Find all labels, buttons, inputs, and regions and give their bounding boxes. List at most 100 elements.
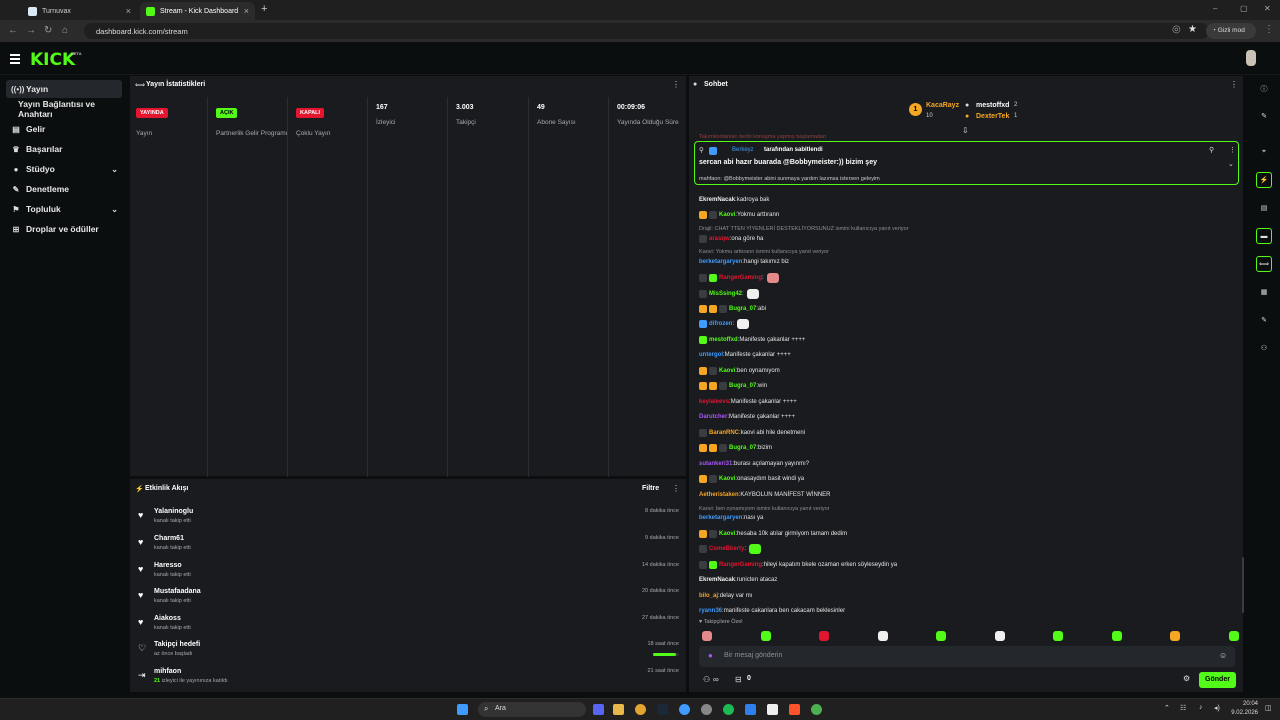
- sidebar-item-basarilar[interactable]: ♛ Başarılar: [6, 140, 122, 158]
- steam-icon[interactable]: [657, 704, 668, 715]
- activity-name[interactable]: Yalaninoglu: [154, 508, 193, 515]
- emote-picker-icon[interactable]: [936, 631, 946, 641]
- emote-picker-icon[interactable]: [760, 631, 771, 641]
- chat-username[interactable]: RangerGaming: [719, 274, 762, 283]
- chrome-icon[interactable]: [811, 704, 822, 715]
- vscode-icon[interactable]: [745, 704, 756, 715]
- chat-message[interactable]: arasqw: ona göre ha: [699, 233, 1229, 245]
- chat-username[interactable]: Kaovi: [719, 530, 735, 539]
- emote-picker-icon[interactable]: [1228, 631, 1239, 641]
- target-icon[interactable]: ⌖: [1256, 144, 1272, 160]
- chat-message[interactable]: berketargaryen: nası ya: [699, 512, 1229, 524]
- close-icon[interactable]: ×: [126, 6, 131, 16]
- chat-message[interactable]: bilo_aj: delay var mı: [699, 590, 1229, 602]
- chat-message[interactable]: untergol: Manifeste çakanlar ++++: [699, 349, 1229, 361]
- leaderboard-name[interactable]: mestoffxd: [976, 102, 1009, 109]
- gift-icon[interactable]: ⊟: [735, 675, 742, 684]
- chat-message[interactable]: BaranRNC: kaovi abi hile denetmeni: [699, 427, 1229, 439]
- discord-icon[interactable]: [593, 704, 604, 715]
- sidebar-item-denetleme[interactable]: ✎ Denetleme: [6, 180, 122, 198]
- chat-message[interactable]: ComeBkerty:: [699, 543, 1229, 555]
- chat-message[interactable]: EkremNacak: runicten atacaz: [699, 574, 1229, 586]
- stream-icon[interactable]: ⟺: [1256, 256, 1272, 272]
- clock-time[interactable]: 20:04: [1228, 701, 1258, 707]
- layout-icon[interactable]: ▦: [1256, 284, 1272, 300]
- incognito-badge[interactable]: ◔ Gizli mod: [1206, 23, 1256, 39]
- chat-input[interactable]: ● Bir mesaj gönderin ☺: [699, 646, 1235, 667]
- chat-username[interactable]: MisSsing42: [709, 290, 742, 299]
- sidebar-item-yayin[interactable]: ((•)) Yayın: [6, 80, 122, 98]
- chrome-icon[interactable]: [635, 704, 646, 715]
- chat-username[interactable]: ryann36: [699, 607, 722, 616]
- browser-menu-icon[interactable]: ⋮: [1264, 24, 1274, 35]
- sidebar-item-droplar[interactable]: ⊞ Droplar ve ödüller: [6, 220, 122, 238]
- chat-message[interactable]: RangerGaming: hileyi kapatım bkele ozama…: [699, 559, 1229, 571]
- activity-name[interactable]: mihfaon: [154, 668, 181, 675]
- emote-picker-icon[interactable]: [819, 631, 829, 641]
- sidebar-item-stream-key[interactable]: Yayın Bağlantısı ve Anahtarı: [6, 99, 122, 119]
- chat-username[interactable]: Bugra_07: [729, 382, 756, 391]
- document-icon[interactable]: ▤: [1256, 200, 1272, 216]
- app-icon[interactable]: [767, 704, 778, 715]
- app-icon[interactable]: [679, 704, 690, 715]
- emote-picker-icon[interactable]: [877, 631, 888, 641]
- tab-turnuvax[interactable]: Turnuvax ×: [22, 2, 137, 20]
- chat-username[interactable]: difrozen: [709, 320, 732, 329]
- notification-icon[interactable]: ◫: [1265, 704, 1272, 712]
- send-button[interactable]: Gönder: [1199, 672, 1236, 688]
- brave-icon[interactable]: [789, 704, 800, 715]
- url-field[interactable]: dashboard.kick.com/stream: [84, 23, 1209, 39]
- chat-message[interactable]: berketargaryen: hangi takımız biz: [699, 256, 1229, 268]
- info-icon[interactable]: ⓘ: [1256, 81, 1272, 97]
- chat-username[interactable]: Kaovi: [719, 211, 735, 220]
- hamburger-icon[interactable]: [10, 54, 20, 64]
- chat-username[interactable]: BaranRNC: [709, 429, 739, 438]
- sidebar-item-topluluk[interactable]: ⚑ Topluluk ⌄: [6, 200, 122, 218]
- chat-username[interactable]: sutankeri31: [699, 460, 732, 469]
- minimize-button[interactable]: –: [1213, 4, 1217, 13]
- chat-message[interactable]: Darutcher: Manifeste çakanlar ++++: [699, 411, 1229, 423]
- chat-message[interactable]: ryann36: manifeste cakanlara ben cakacam…: [699, 605, 1229, 617]
- chat-username[interactable]: berketargaryen: [699, 514, 742, 523]
- home-icon[interactable]: ⌂: [62, 25, 68, 36]
- chat-message[interactable]: Bugra_07: win: [699, 380, 1229, 392]
- mic-icon[interactable]: ●: [708, 651, 713, 660]
- kick-logo[interactable]: KICK: [30, 50, 75, 70]
- activity-name[interactable]: Charm61: [154, 535, 184, 542]
- chat-username[interactable]: Darutcher: [699, 413, 727, 422]
- community-icon[interactable]: ⚇: [703, 675, 710, 684]
- edit-icon[interactable]: ✎: [1256, 108, 1272, 124]
- more-options-icon[interactable]: ⋮: [1230, 80, 1238, 89]
- more-options-icon[interactable]: ⋮: [672, 484, 680, 493]
- taskbar-search[interactable]: ⌕ Ara: [478, 702, 586, 717]
- emoji-icon[interactable]: ☺: [1219, 651, 1227, 660]
- sidebar-item-gelir[interactable]: ▤ Gelir: [6, 120, 122, 138]
- activity-name[interactable]: Mustafaadana: [154, 588, 201, 595]
- chat-message[interactable]: mestoffxd: Manifeste çakanlar ++++: [699, 334, 1229, 346]
- community-icon[interactable]: ⚇: [1256, 340, 1272, 356]
- chat-username[interactable]: RangerGaming: [719, 561, 762, 570]
- avatar[interactable]: [1246, 50, 1256, 66]
- activity-name[interactable]: Aiakoss: [154, 615, 181, 622]
- chat-message[interactable]: sutankeri31: burası açılamayan yayınmı?: [699, 458, 1229, 470]
- unpin-icon[interactable]: ⚲: [1209, 146, 1214, 154]
- chat-username[interactable]: Kaovi: [719, 475, 735, 484]
- sidebar-item-studyo[interactable]: ● Stüdyo ⌄: [6, 160, 122, 178]
- windows-start-icon[interactable]: [457, 704, 468, 715]
- chat-username[interactable]: Aetheristaken: [699, 491, 739, 500]
- clock-date[interactable]: 9.02.2026: [1216, 710, 1258, 716]
- chat-username[interactable]: arasqw: [709, 235, 730, 244]
- chat-username[interactable]: bilo_aj: [699, 592, 718, 601]
- emote-picker-icon[interactable]: [1170, 631, 1180, 641]
- more-options-icon[interactable]: ⋮: [672, 80, 680, 89]
- reload-icon[interactable]: ↻: [44, 25, 52, 36]
- pinned-message[interactable]: ⚲ Berkeyz tarafından sabitlendi sercan a…: [694, 141, 1239, 185]
- chat-username[interactable]: berketargaryen: [699, 258, 742, 267]
- chat-message[interactable]: difrozen:: [699, 318, 1229, 330]
- emote-picker-icon[interactable]: [1053, 631, 1063, 641]
- activity-name[interactable]: Haresso: [154, 562, 182, 569]
- chat-username[interactable]: untergol: [699, 351, 723, 360]
- chat-message[interactable]: Kaovi: ben oynamıyom: [699, 365, 1229, 377]
- chat-username[interactable]: keylaleevs: [699, 398, 729, 407]
- bookmark-star-icon[interactable]: ★: [1188, 24, 1197, 35]
